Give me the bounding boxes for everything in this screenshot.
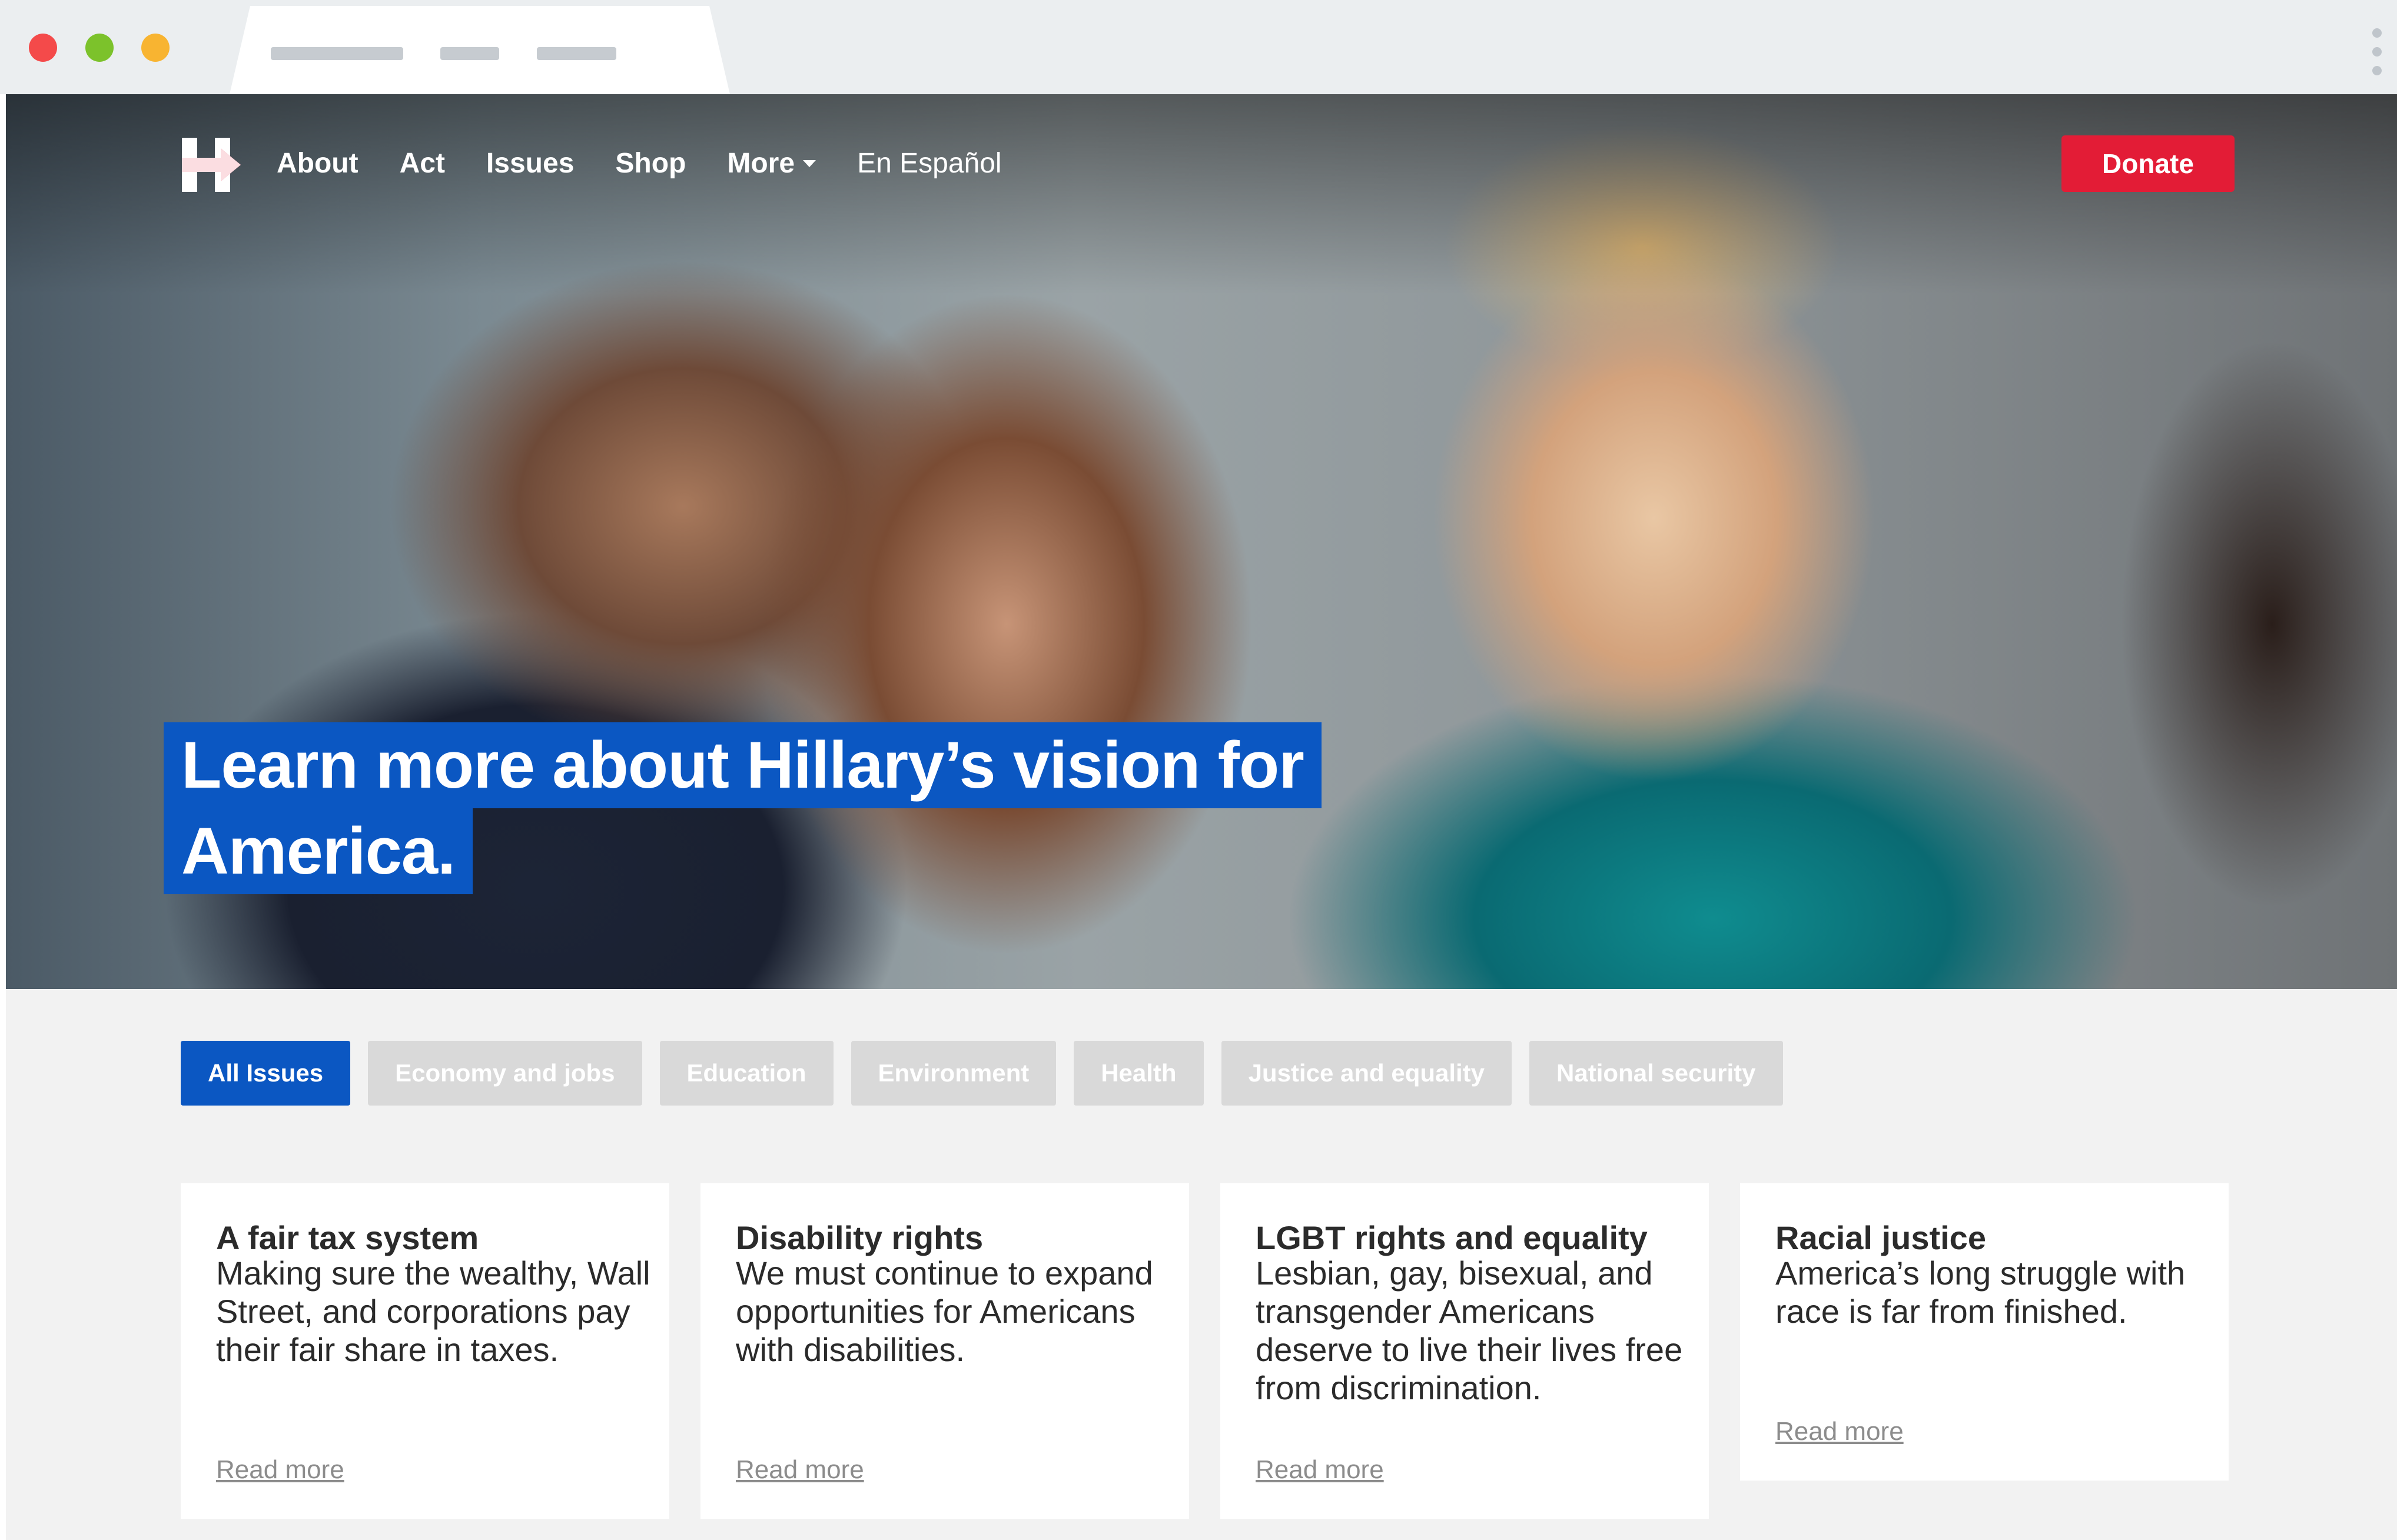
close-window-button[interactable] xyxy=(29,34,57,62)
browser-tab[interactable] xyxy=(230,6,730,94)
card-title: LGBT rights and equality xyxy=(1256,1219,1648,1256)
card-title: Racial justice xyxy=(1775,1219,1986,1256)
nav-about[interactable]: About xyxy=(277,140,358,187)
card-description: Making sure the wealthy, Wall Street, an… xyxy=(216,1254,650,1368)
tab-title-placeholder xyxy=(440,47,499,60)
issue-card[interactable]: LGBT rights and equality Lesbian, gay, b… xyxy=(1220,1183,1709,1519)
card-description: Lesbian, gay, bisexual, and transgender … xyxy=(1256,1254,1683,1406)
hero-top-shade xyxy=(6,94,2397,294)
maximize-window-button[interactable] xyxy=(141,34,170,62)
minimize-window-button[interactable] xyxy=(85,34,114,62)
filter-education[interactable]: Education xyxy=(659,1041,834,1106)
tab-title-placeholder xyxy=(271,47,403,60)
read-more-link[interactable]: Read more xyxy=(1256,1455,1384,1485)
read-more-link[interactable]: Read more xyxy=(736,1455,864,1485)
tab-title-placeholder xyxy=(537,47,616,60)
read-more-link[interactable]: Read more xyxy=(216,1455,344,1485)
issue-card[interactable]: A fair tax system Making sure the wealth… xyxy=(181,1183,669,1519)
filter-environment[interactable]: Environment xyxy=(851,1041,1057,1106)
filter-national-security[interactable]: National security xyxy=(1529,1041,1783,1106)
donate-button[interactable]: Donate xyxy=(2061,135,2235,192)
issues-section: All Issues Economy and jobs Education En… xyxy=(6,989,2397,1540)
filter-economy-and-jobs[interactable]: Economy and jobs xyxy=(368,1041,642,1106)
issue-filter-tabs: All Issues Economy and jobs Education En… xyxy=(181,1041,1783,1106)
main-navigation: About Act Issues Shop More En Español xyxy=(277,140,1043,187)
filter-all-issues[interactable]: All Issues xyxy=(181,1041,351,1106)
hero-banner: About Act Issues Shop More En Español Do… xyxy=(6,94,2397,989)
read-more-link[interactable]: Read more xyxy=(1775,1417,1904,1446)
filter-health[interactable]: Health xyxy=(1074,1041,1204,1106)
nav-issues[interactable]: Issues xyxy=(486,140,574,187)
card-title: Disability rights xyxy=(736,1219,984,1256)
nav-en-espanol[interactable]: En Español xyxy=(857,140,1002,187)
card-title: A fair tax system xyxy=(216,1219,479,1256)
nav-shop[interactable]: Shop xyxy=(615,140,686,187)
card-description: We must continue to expand opportunities… xyxy=(736,1254,1153,1368)
caret-down-icon xyxy=(803,160,816,167)
browser-menu-icon[interactable] xyxy=(2372,28,2382,85)
browser-chrome xyxy=(0,0,2397,94)
nav-act[interactable]: Act xyxy=(400,140,445,187)
issue-card[interactable]: Racial justice America’s long struggle w… xyxy=(1740,1183,2229,1481)
filter-justice-and-equality[interactable]: Justice and equality xyxy=(1221,1041,1512,1106)
hillary-h-logo-icon[interactable] xyxy=(180,135,244,194)
issue-card[interactable]: Disability rights We must continue to ex… xyxy=(700,1183,1189,1519)
nav-more-dropdown[interactable]: More xyxy=(727,140,816,187)
hero-headline-line-2: America. xyxy=(164,808,473,894)
card-description: America’s long struggle with race is far… xyxy=(1775,1254,2186,1330)
hero-headline-line-1: Learn more about Hillary’s vision for xyxy=(164,722,1322,808)
